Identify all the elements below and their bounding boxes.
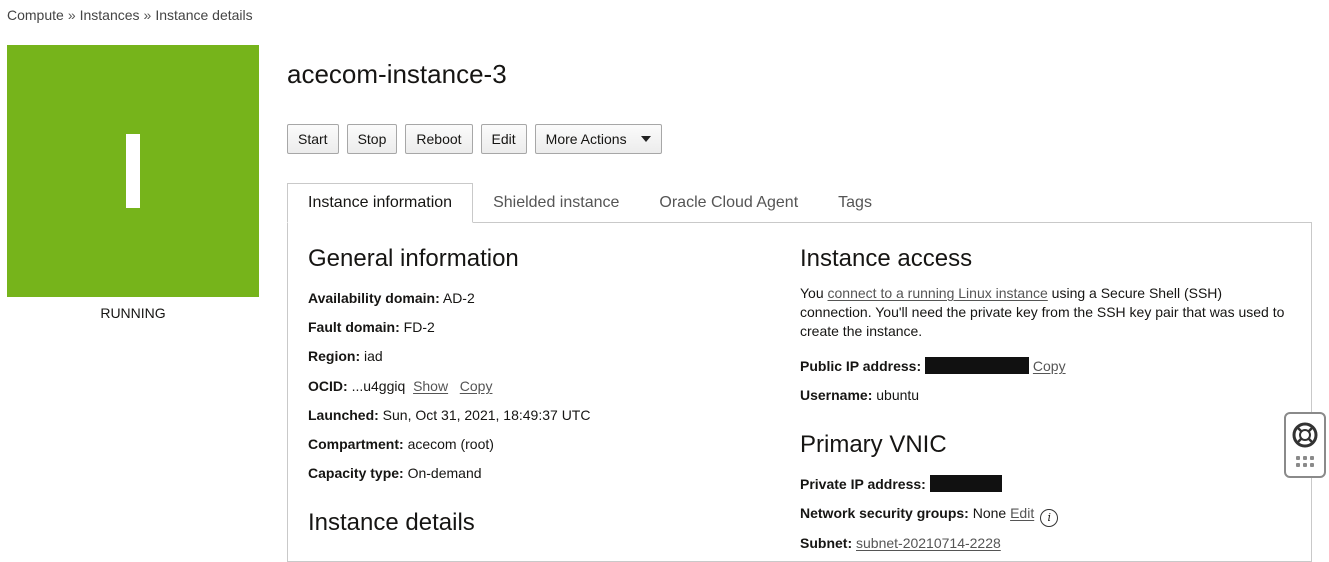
more-actions-button[interactable]: More Actions: [534, 124, 662, 154]
tab-bar: Instance information Shielded instance O…: [287, 183, 892, 223]
reboot-button[interactable]: Reboot: [405, 124, 473, 154]
breadcrumb-instances[interactable]: Instances: [80, 7, 140, 23]
field-value: Sun, Oct 31, 2021, 18:49:37 UTC: [382, 407, 591, 423]
field-label: OCID:: [308, 378, 348, 394]
lifebuoy-icon: [1292, 422, 1318, 448]
subnet-row: Subnet: subnet-20210714-2228: [800, 535, 1001, 551]
breadcrumb-compute[interactable]: Compute: [7, 7, 64, 23]
public-ip-row: Public IP address: Copy: [800, 357, 1066, 374]
field-label: Launched:: [308, 407, 379, 423]
breadcrumb-separator: »: [67, 7, 76, 23]
field-label: Compartment:: [308, 436, 404, 452]
field-label: Private IP address:: [800, 476, 926, 492]
field-label: Capacity type:: [308, 465, 404, 481]
instance-status-tile: [7, 45, 259, 297]
stop-button[interactable]: Stop: [346, 124, 398, 154]
availability-domain-row: Availability domain: AD-2: [308, 290, 475, 306]
public-ip-copy-link[interactable]: Copy: [1033, 358, 1066, 374]
subnet-link[interactable]: subnet-20210714-2228: [856, 535, 1001, 551]
field-label: Subnet:: [800, 535, 853, 551]
connect-linux-link[interactable]: connect to a running Linux instance: [828, 285, 1048, 301]
nsg-row: Network security groups: None Edit i: [800, 505, 1059, 527]
ssh-instructions: You connect to a running Linux instance …: [800, 284, 1290, 341]
fault-domain-row: Fault domain: FD-2: [308, 319, 435, 335]
tab-instance-information[interactable]: Instance information: [287, 183, 474, 223]
nsg-edit-link[interactable]: Edit: [1010, 505, 1034, 521]
field-value: None: [972, 505, 1007, 521]
info-icon[interactable]: i: [1040, 508, 1059, 527]
ssh-text: You: [800, 285, 828, 301]
field-label: Network security groups:: [800, 505, 969, 521]
caret-down-icon: [640, 136, 651, 142]
compartment-row: Compartment: acecom (root): [308, 436, 494, 452]
field-value: iad: [364, 348, 383, 364]
ocid-row: OCID: ...u4ggiq Show Copy: [308, 378, 492, 394]
field-value: ...u4ggiq: [351, 378, 406, 394]
redacted-value: [925, 357, 1030, 374]
action-toolbar: Start Stop Reboot Edit More Actions: [287, 124, 662, 154]
field-label: Availability domain:: [308, 290, 440, 306]
breadcrumb-separator: »: [143, 7, 152, 23]
edit-button[interactable]: Edit: [480, 124, 527, 154]
primary-vnic-heading: Primary VNIC: [800, 431, 947, 458]
tab-tags[interactable]: Tags: [818, 183, 892, 223]
help-widget[interactable]: [1284, 412, 1326, 478]
private-ip-row: Private IP address:: [800, 475, 1002, 492]
field-label: Public IP address:: [800, 358, 922, 374]
grid-dots-icon: [1296, 456, 1314, 467]
region-row: Region: iad: [308, 348, 383, 364]
launched-row: Launched: Sun, Oct 31, 2021, 18:49:37 UT…: [308, 407, 590, 423]
redacted-value: [929, 475, 1002, 492]
instance-details-heading: Instance details: [308, 509, 475, 536]
instance-access-heading: Instance access: [800, 245, 973, 272]
breadcrumb-current: Instance details: [155, 7, 253, 23]
instance-status-label: RUNNING: [100, 305, 166, 321]
tab-panel: General information Availability domain:…: [287, 222, 1312, 562]
field-value: AD-2: [442, 290, 475, 306]
tab-shielded-instance[interactable]: Shielded instance: [473, 183, 639, 223]
instance-letter-glyph: [126, 134, 140, 208]
field-value: On-demand: [407, 465, 482, 481]
more-actions-label: More Actions: [545, 131, 627, 147]
tab-oracle-cloud-agent[interactable]: Oracle Cloud Agent: [639, 183, 818, 223]
general-information-heading: General information: [308, 245, 519, 272]
field-value: acecom (root): [407, 436, 494, 452]
field-label: Fault domain:: [308, 319, 400, 335]
username-row: Username: ubuntu: [800, 387, 919, 403]
page-title: acecom-instance-3: [287, 59, 507, 89]
breadcrumb: Compute» Instances» Instance details: [7, 7, 253, 23]
field-value: ubuntu: [876, 387, 920, 403]
field-value: FD-2: [403, 319, 435, 335]
field-label: Username:: [800, 387, 873, 403]
field-label: Region:: [308, 348, 361, 364]
start-button[interactable]: Start: [287, 124, 339, 154]
ocid-show-link[interactable]: Show: [413, 378, 448, 394]
ocid-copy-link[interactable]: Copy: [460, 378, 493, 394]
capacity-type-row: Capacity type: On-demand: [308, 465, 482, 481]
